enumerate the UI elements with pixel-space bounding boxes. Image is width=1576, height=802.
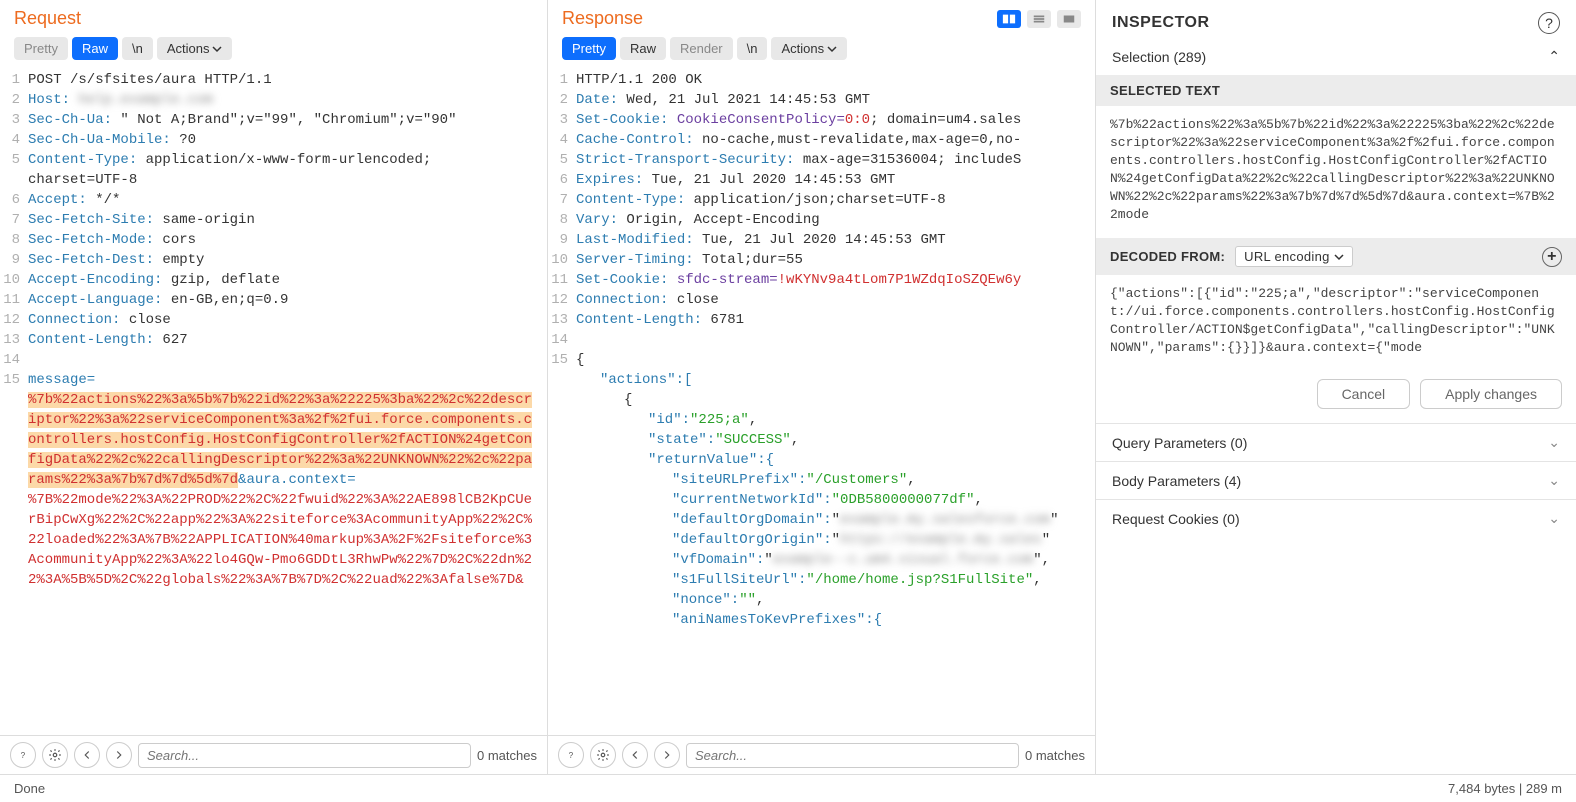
svg-text:?: ? — [21, 751, 26, 760]
tab-render[interactable]: Render — [670, 37, 733, 60]
tab-wrap[interactable]: \n — [122, 37, 153, 60]
inspector-header: INSPECTOR ? — [1096, 0, 1576, 42]
view-single-icon[interactable] — [1057, 10, 1081, 28]
chevron-down-icon: ⌄ — [1548, 434, 1560, 451]
request-panel: Request Pretty Raw \n Actions 1POST /s/s… — [0, 0, 548, 774]
arrow-left-icon[interactable] — [74, 742, 100, 768]
matches-count: 0 matches — [477, 748, 537, 763]
response-tabs: Pretty Raw Render \n Actions — [548, 33, 1095, 66]
view-split-icon[interactable] — [997, 10, 1021, 28]
tab-wrap[interactable]: \n — [737, 37, 768, 60]
request-cookies-row[interactable]: Request Cookies (0) ⌄ — [1096, 499, 1576, 537]
arrow-left-icon[interactable] — [622, 742, 648, 768]
chevron-down-icon: ⌄ — [1548, 472, 1560, 489]
inspector-title: INSPECTOR — [1112, 14, 1210, 32]
encoding-select[interactable]: URL encoding — [1235, 246, 1353, 267]
search-input[interactable] — [138, 743, 471, 768]
svg-text:?: ? — [569, 751, 574, 760]
decoded-text-body[interactable]: {"actions":[{"id":"225;a","descriptor":"… — [1096, 275, 1576, 371]
status-bar: Done 7,484 bytes | 289 m — [0, 774, 1576, 802]
inspector-panel: INSPECTOR ? Selection (289) ⌃ SELECTED T… — [1096, 0, 1576, 774]
gear-icon[interactable] — [590, 742, 616, 768]
query-params-row[interactable]: Query Parameters (0) ⌄ — [1096, 423, 1576, 461]
selected-text-body[interactable]: %7b%22actions%22%3a%5b%7b%22id%22%3a%222… — [1096, 106, 1576, 238]
request-title: Request — [14, 8, 81, 29]
request-tabs: Pretty Raw \n Actions — [0, 33, 547, 66]
chevron-down-icon — [1334, 252, 1344, 262]
caret-up-icon: ⌃ — [1548, 48, 1560, 65]
response-body[interactable]: 1HTTP/1.1 200 OK 2Date: Wed, 21 Jul 2021… — [548, 66, 1095, 735]
tab-pretty[interactable]: Pretty — [562, 37, 616, 60]
chevron-down-icon: ⌄ — [1548, 510, 1560, 527]
search-input[interactable] — [686, 743, 1019, 768]
apply-button[interactable]: Apply changes — [1420, 379, 1562, 409]
decoded-header: DECODED FROM: URL encoding + — [1096, 238, 1576, 275]
cancel-button[interactable]: Cancel — [1317, 379, 1411, 409]
response-title: Response — [562, 8, 643, 29]
request-header: Request — [0, 0, 547, 33]
arrow-right-icon[interactable] — [106, 742, 132, 768]
request-line: POST /s/sfsites/aura HTTP/1.1 — [28, 70, 547, 90]
inspector-buttons: Cancel Apply changes — [1096, 371, 1576, 423]
request-search-bar: ? 0 matches — [0, 735, 547, 774]
body-params-row[interactable]: Body Parameters (4) ⌄ — [1096, 461, 1576, 499]
selected-text-header: SELECTED TEXT — [1096, 75, 1576, 106]
gear-icon[interactable] — [42, 742, 68, 768]
tab-raw[interactable]: Raw — [620, 37, 666, 60]
actions-dropdown[interactable]: Actions — [157, 37, 233, 60]
chevron-down-icon — [827, 44, 837, 54]
chevron-down-icon — [212, 44, 222, 54]
status-right: 7,484 bytes | 289 m — [1448, 781, 1562, 796]
request-body[interactable]: 1POST /s/sfsites/aura HTTP/1.1 2Host: he… — [0, 66, 547, 735]
add-icon[interactable]: + — [1542, 247, 1562, 267]
help-icon[interactable]: ? — [10, 742, 36, 768]
help-icon[interactable]: ? — [558, 742, 584, 768]
response-header: Response — [548, 0, 1095, 33]
response-search-bar: ? 0 matches — [548, 735, 1095, 774]
status-left: Done — [14, 781, 45, 796]
arrow-right-icon[interactable] — [654, 742, 680, 768]
help-icon[interactable]: ? — [1538, 12, 1560, 34]
view-list-icon[interactable] — [1027, 10, 1051, 28]
main-container: Request Pretty Raw \n Actions 1POST /s/s… — [0, 0, 1576, 774]
selection-row[interactable]: Selection (289) ⌃ — [1096, 42, 1576, 75]
response-panel: Response Pretty Raw Render \n Actions 1H… — [548, 0, 1096, 774]
actions-dropdown[interactable]: Actions — [771, 37, 847, 60]
matches-count: 0 matches — [1025, 748, 1085, 763]
tab-pretty[interactable]: Pretty — [14, 37, 68, 60]
tab-raw[interactable]: Raw — [72, 37, 118, 60]
